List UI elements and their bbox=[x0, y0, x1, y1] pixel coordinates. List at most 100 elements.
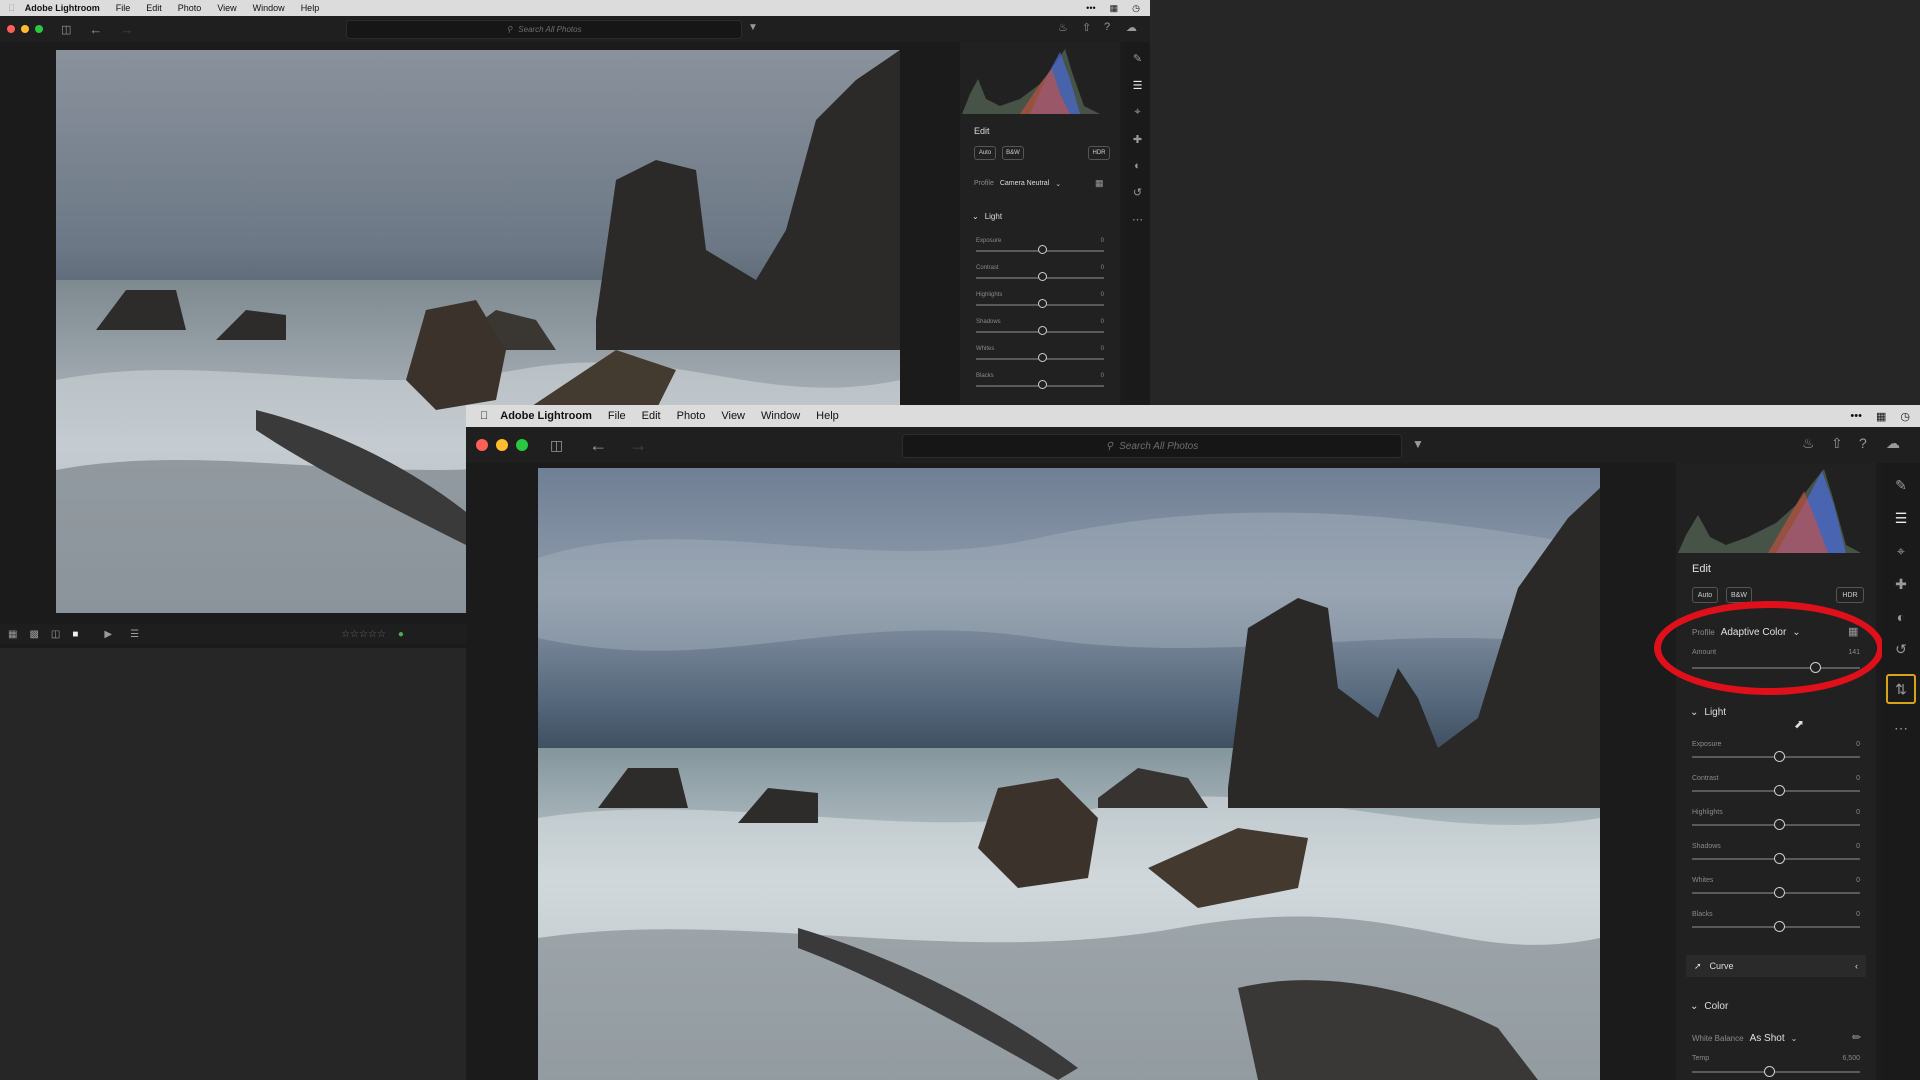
cloud-icon[interactable]: ☁ bbox=[1126, 21, 1137, 34]
edit-icon[interactable]: ✎ bbox=[1133, 52, 1142, 65]
control-center-icon[interactable]: ▦ bbox=[1876, 410, 1886, 423]
presets-icon[interactable]: ⇅ bbox=[1886, 674, 1916, 704]
back-blacks-slider[interactable]: Blacks 0 bbox=[976, 373, 1104, 393]
back-arrow-icon[interactable]: ← bbox=[589, 435, 607, 456]
back-auto-button[interactable]: Auto bbox=[974, 146, 996, 160]
versions-icon[interactable]: ↺ bbox=[1895, 641, 1907, 658]
back-bw-button[interactable]: B&W bbox=[1002, 146, 1024, 160]
filter-icon[interactable]: ▼ bbox=[1412, 437, 1424, 451]
more-icon[interactable]: ⋯ bbox=[1132, 213, 1143, 226]
share-icon[interactable]: ⇧ bbox=[1082, 21, 1091, 34]
front-exposure-knob[interactable] bbox=[1774, 751, 1785, 762]
apple-icon[interactable]:  bbox=[8, 3, 15, 13]
back-menu-help[interactable]: Help bbox=[301, 3, 320, 13]
close-window-button[interactable] bbox=[7, 25, 15, 33]
front-blacks-slider[interactable]: Blacks 0 bbox=[1692, 911, 1860, 937]
front-hdr-button[interactable]: HDR bbox=[1836, 587, 1864, 603]
back-whites-knob[interactable] bbox=[1038, 353, 1047, 362]
back-blacks-knob[interactable] bbox=[1038, 380, 1047, 389]
minimize-window-button[interactable] bbox=[496, 439, 508, 451]
back-contrast-slider[interactable]: Contrast 0 bbox=[976, 265, 1104, 285]
front-contrast-knob[interactable] bbox=[1774, 785, 1785, 796]
healing-icon[interactable]: ✚ bbox=[1133, 133, 1142, 146]
white-balance-dropdown[interactable]: As Shot bbox=[1750, 1033, 1785, 1044]
front-shadows-knob[interactable] bbox=[1774, 853, 1785, 864]
front-blacks-knob[interactable] bbox=[1774, 921, 1785, 932]
front-whites-knob[interactable] bbox=[1774, 887, 1785, 898]
back-shadows-knob[interactable] bbox=[1038, 326, 1047, 335]
control-center-icon[interactable]: ▦ bbox=[1110, 3, 1119, 14]
compare-view-icon[interactable]: ◫ bbox=[51, 629, 60, 640]
front-curve-section[interactable]: ➚ Curve ‹ bbox=[1686, 955, 1866, 977]
square-grid-icon[interactable]: ▩ bbox=[29, 629, 38, 640]
crop-icon[interactable]: ⌖ bbox=[1134, 106, 1140, 119]
sliders-icon[interactable]: ☰ bbox=[1133, 79, 1143, 92]
front-menu-help[interactable]: Help bbox=[816, 410, 839, 422]
sliders-icon[interactable]: ☰ bbox=[1895, 510, 1908, 527]
grid-view-icon[interactable]: ▦ bbox=[8, 629, 17, 640]
versions-icon[interactable]: ↺ bbox=[1133, 186, 1142, 199]
back-light-section-header[interactable]: ⌄ Light bbox=[972, 212, 1002, 221]
front-menu-photo[interactable]: Photo bbox=[677, 410, 706, 422]
front-temp-slider[interactable]: Temp 6,500 bbox=[1692, 1055, 1860, 1080]
back-highlights-slider[interactable]: Highlights 0 bbox=[976, 292, 1104, 312]
filter-icon[interactable]: ▼ bbox=[748, 22, 758, 33]
front-search-field[interactable]: ⚲ Search All Photos bbox=[902, 434, 1402, 458]
back-shadows-slider[interactable]: Shadows 0 bbox=[976, 319, 1104, 339]
back-exposure-slider[interactable]: Exposure 0 bbox=[976, 238, 1104, 258]
panel-toggle-icon[interactable]: ◫ bbox=[550, 437, 563, 454]
front-menu-file[interactable]: File bbox=[608, 410, 626, 422]
crop-icon[interactable]: ⌖ bbox=[1897, 543, 1905, 560]
back-whites-slider[interactable]: Whites 0 bbox=[976, 346, 1104, 366]
share-icon[interactable]: ⇧ bbox=[1831, 435, 1843, 452]
help-icon[interactable]: ? bbox=[1104, 21, 1110, 33]
clock-icon[interactable]: ◷ bbox=[1900, 410, 1910, 423]
back-search-field[interactable]: ⚲ Search All Photos bbox=[346, 20, 742, 39]
front-auto-button[interactable]: Auto bbox=[1692, 587, 1718, 603]
apple-icon[interactable]:  bbox=[480, 410, 488, 422]
front-highlights-slider[interactable]: Highlights 0 bbox=[1692, 809, 1860, 835]
forward-arrow-icon[interactable]: → bbox=[120, 22, 133, 37]
front-menu-edit[interactable]: Edit bbox=[642, 410, 661, 422]
more-menu-icon[interactable]: ••• bbox=[1850, 410, 1862, 422]
back-menu-window[interactable]: Window bbox=[253, 3, 285, 13]
front-bw-button[interactable]: B&W bbox=[1726, 587, 1752, 603]
front-whites-slider[interactable]: Whites 0 bbox=[1692, 877, 1860, 903]
minimize-window-button[interactable] bbox=[21, 25, 29, 33]
front-temp-knob[interactable] bbox=[1764, 1066, 1775, 1077]
back-hdr-button[interactable]: HDR bbox=[1088, 146, 1110, 160]
detail-view-icon[interactable]: ■ bbox=[72, 629, 78, 640]
back-exposure-knob[interactable] bbox=[1038, 245, 1047, 254]
back-menu-view[interactable]: View bbox=[217, 3, 236, 13]
eyedropper-icon[interactable]: ✏ bbox=[1852, 1031, 1861, 1044]
slideshow-icon[interactable]: ▶ bbox=[104, 629, 112, 640]
back-app-name[interactable]: Adobe Lightroom bbox=[25, 3, 100, 13]
help-icon[interactable]: ? bbox=[1859, 435, 1867, 451]
masking-icon[interactable]: ◐ bbox=[1897, 609, 1905, 625]
cloud-icon[interactable]: ☁ bbox=[1886, 435, 1900, 452]
back-menu-file[interactable]: File bbox=[116, 3, 131, 13]
zoom-window-button[interactable] bbox=[516, 439, 528, 451]
clock-icon[interactable]: ◷ bbox=[1132, 3, 1140, 14]
healing-icon[interactable]: ✚ bbox=[1895, 576, 1907, 593]
edit-icon[interactable]: ✎ bbox=[1895, 477, 1907, 494]
forward-arrow-icon[interactable]: → bbox=[629, 435, 647, 456]
back-menu-photo[interactable]: Photo bbox=[178, 3, 202, 13]
flag-icon[interactable]: ● bbox=[398, 629, 404, 640]
back-profile-dropdown[interactable]: Camera Neutral bbox=[1000, 180, 1049, 188]
front-menu-view[interactable]: View bbox=[721, 410, 745, 422]
front-exposure-slider[interactable]: Exposure 0 bbox=[1692, 741, 1860, 767]
back-profile-browser-icon[interactable]: ▦ bbox=[1095, 178, 1104, 189]
back-highlights-knob[interactable] bbox=[1038, 299, 1047, 308]
front-contrast-slider[interactable]: Contrast 0 bbox=[1692, 775, 1860, 801]
front-menu-window[interactable]: Window bbox=[761, 410, 800, 422]
close-window-button[interactable] bbox=[476, 439, 488, 451]
front-app-name[interactable]: Adobe Lightroom bbox=[500, 410, 592, 422]
bell-icon[interactable]: ♨ bbox=[1802, 435, 1815, 452]
front-light-section-header[interactable]: ⌄ Light bbox=[1690, 707, 1726, 718]
back-arrow-icon[interactable]: ← bbox=[89, 22, 102, 37]
star-rating-icon[interactable]: ☆☆☆☆☆ bbox=[341, 629, 386, 640]
more-icon[interactable]: ⋯ bbox=[1894, 720, 1908, 737]
bell-icon[interactable]: ♨ bbox=[1058, 21, 1068, 34]
front-shadows-slider[interactable]: Shadows 0 bbox=[1692, 843, 1860, 869]
